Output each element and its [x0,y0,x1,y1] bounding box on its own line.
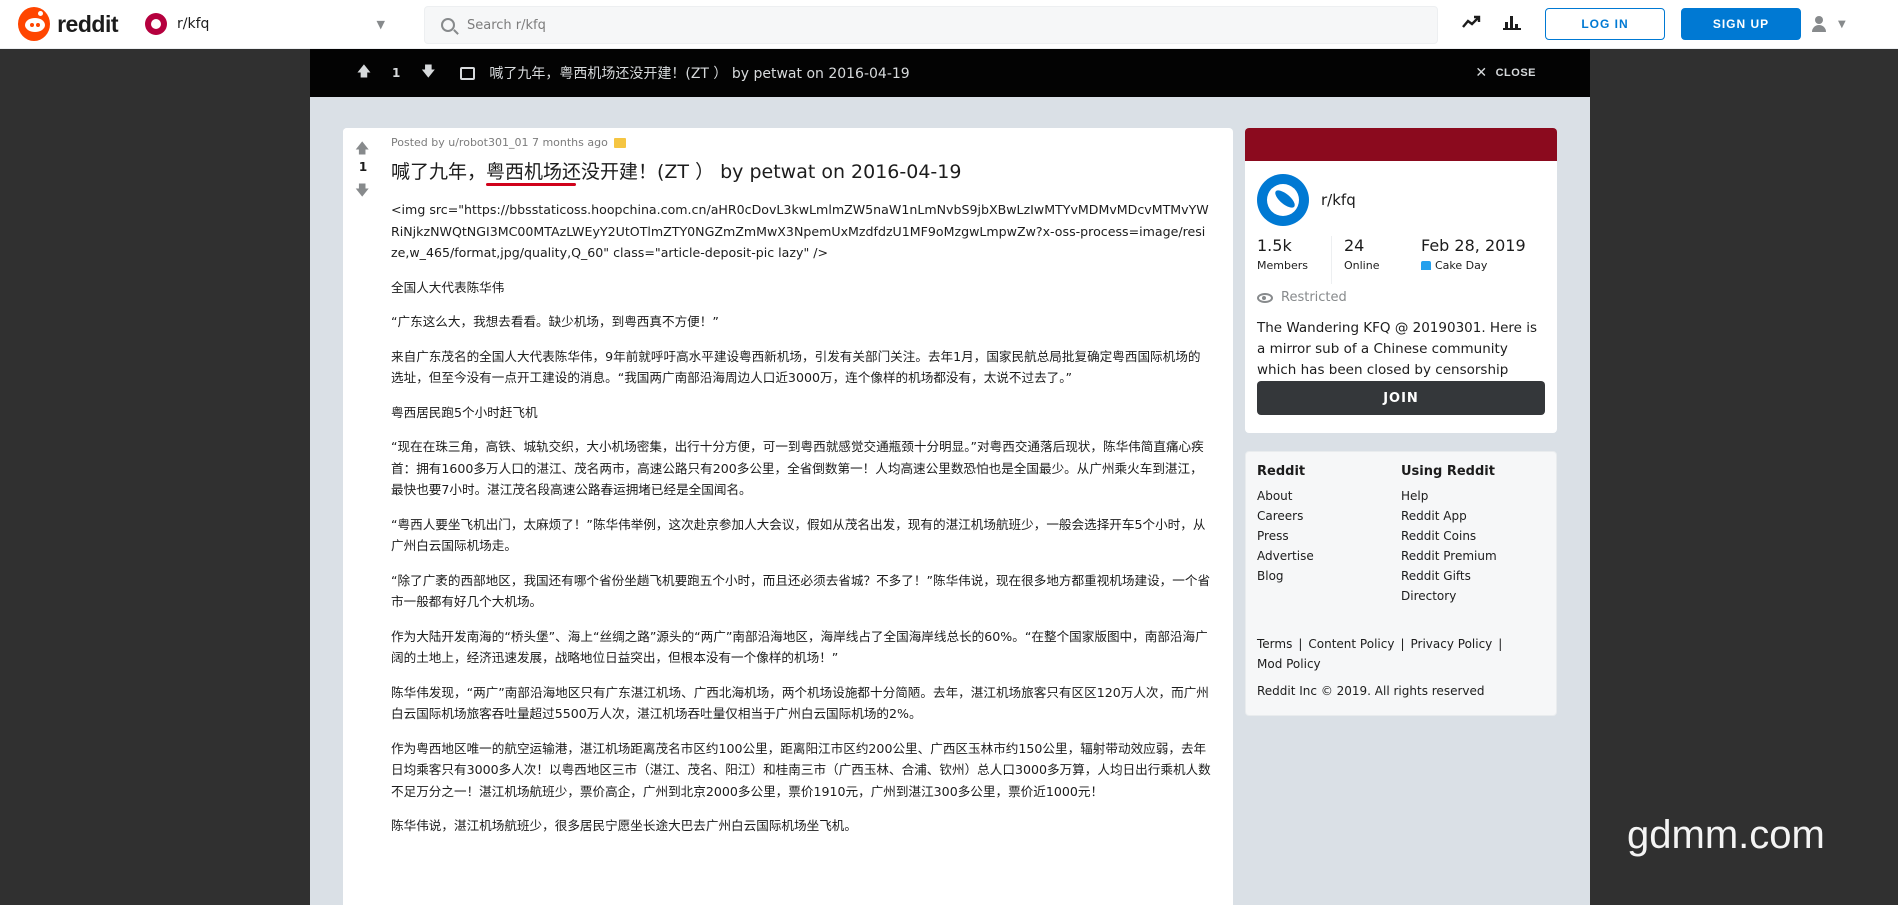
footer-link-reddit-gifts[interactable]: Reddit Gifts [1401,566,1497,586]
post-title: 喊了九年，粤西机场还没开建！(ZT ） by petwat on 2016-04… [391,159,1211,186]
posted-by-text: Posted by u/robot301_01 7 months ago [391,136,608,149]
posted-by: Posted by u/robot301_01 7 months ago [391,136,1211,149]
online-count: 24 [1344,236,1365,255]
footer-link-terms[interactable]: Terms [1257,637,1292,651]
signup-button[interactable]: SIGN UP [1681,8,1801,40]
footer-col-title: Reddit [1257,464,1306,479]
cake-icon [1421,261,1431,270]
footer-col-title: Using Reddit [1401,464,1495,479]
footer-link-advertise[interactable]: Advertise [1257,546,1314,566]
search-bar[interactable] [424,6,1438,44]
footer-link-blog[interactable]: Blog [1257,566,1314,586]
members-label: Members [1257,259,1308,272]
overlay-vote-count: 1 [392,66,401,80]
community-header[interactable]: r/kfq [1257,174,1356,226]
gold-award-icon [613,137,626,148]
footer-link-privacy-policy[interactable]: Privacy Policy [1411,637,1493,651]
online-stat: 24 Online [1331,236,1421,284]
title-underline-annotation [486,183,576,186]
top-header: reddit r/kfq ▼ LOG IN SIGN UP ▼ [0,0,1898,49]
eye-icon [1257,292,1273,303]
footer-link-mod-policy[interactable]: Mod Policy [1257,657,1321,671]
reddit-logo-icon [18,7,51,41]
login-button[interactable]: LOG IN [1545,8,1665,40]
post-paragraph: 来自广东茂名的全国人大代表陈华伟，9年前就呼吁高水平建设粤西新机场，引发有关部门… [391,348,1201,386]
post-paragraph: 粤西居民跑5个小时赶飞机 [391,404,538,420]
cake-date: Feb 28, 2019 [1421,236,1526,255]
post-main: Posted by u/robot301_01 7 months ago 喊了九… [391,128,1211,850]
post-overlay-bar: 🡅 1 🡇 喊了九年，粤西机场还没开建！(ZT ） by petwat on 2… [310,49,1590,97]
cake-day-stat: Feb 28, 2019 Cake Day [1421,236,1526,284]
restricted-status: Restricted [1257,290,1347,305]
community-name[interactable]: r/kfq [1321,191,1356,209]
post-paragraph: 作为大陆开发南海的“桥头堡”、海上“丝绸之路”源头的“两广”南部沿海地区，海岸线… [391,628,1208,666]
post-paragraph: 陈华伟发现，“两广”南部沿海地区只有广东湛江机场、广西北海机场，两个机场设施都十… [391,684,1209,722]
post-card: 🡅 1 🡇 Posted by u/robot301_01 7 months a… [343,128,1233,905]
reddit-logo[interactable]: reddit [18,7,118,41]
close-icon: ✕ [1475,64,1488,80]
community-icon [1257,174,1309,226]
subreddit-name: r/kfq [177,16,210,32]
footer-link-directory[interactable]: Directory [1401,586,1497,606]
cake-day-label: Cake Day [1435,259,1488,272]
members-count: 1.5k [1257,236,1292,255]
subreddit-icon [145,13,167,35]
community-stats: 1.5k Members 24 Online Feb 28, 2019 Cake… [1257,236,1547,284]
chevron-down-icon: ▼ [376,18,385,31]
footer-card: Reddit About Careers Press Advertise Blo… [1245,451,1557,716]
footer-link-careers[interactable]: Careers [1257,506,1314,526]
close-button[interactable]: ✕ CLOSE [1475,64,1536,81]
stats-icon[interactable] [1502,14,1522,34]
chevron-down-icon: ▼ [1838,18,1846,30]
post-paragraph: 陈华伟说，湛江机场航班少，很多居民宁愿坐长途大巴去广州白云国际机场坐飞机。 [391,818,857,833]
search-input[interactable] [467,17,1367,33]
footer-link-reddit-premium[interactable]: Reddit Premium [1401,546,1497,566]
community-banner [1245,128,1557,161]
legal-links: Terms | Content Policy | Privacy Policy | Mod … [1257,637,1503,671]
post-body: <img src="https://bbsstaticoss.hoopchina… [391,199,1211,837]
footer-col-reddit: Reddit About Careers Press Advertise Blo… [1257,464,1314,586]
overlay-post-title: 喊了九年，粤西机场还没开建！(ZT ） by petwat on 2016-04… [489,66,910,82]
members-stat: 1.5k Members [1257,236,1331,284]
logo-text: reddit [57,10,118,37]
restricted-label: Restricted [1281,290,1347,305]
post-paragraph: 作为粤西地区唯一的航空运输港，湛江机场距离茂名市区约100公里，距离阳江市区约2… [391,740,1211,799]
user-menu[interactable]: ▼ [1812,12,1862,36]
post-paragraph: “除了广袤的西部地区，我国还有哪个省份坐趟飞机要跑五个小时，而且还必须去省城？不… [391,572,1211,610]
cake-day-label-row: Cake Day [1421,259,1526,272]
community-card: r/kfq 1.5k Members 24 Online Feb 28, 201… [1245,128,1557,433]
copyright: Reddit Inc © 2019. All rights reserved [1257,684,1485,698]
post-icon [460,66,476,80]
upvote-icon[interactable]: 🡅 [354,61,374,85]
post-paragraph: <img src="https://bbsstaticoss.hoopchina… [391,202,1209,260]
trending-icon[interactable] [1462,14,1482,34]
upvote-icon[interactable]: 🡅 [355,138,369,162]
online-label: Online [1344,259,1380,272]
watermark: gdmm.com [1627,813,1825,857]
footer-link-content-policy[interactable]: Content Policy [1308,637,1394,651]
footer-link-reddit-app[interactable]: Reddit App [1401,506,1497,526]
footer-link-reddit-coins[interactable]: Reddit Coins [1401,526,1497,546]
user-icon [1812,16,1826,32]
downvote-icon[interactable]: 🡇 [418,61,438,85]
subreddit-selector[interactable]: r/kfq ▼ [145,8,395,40]
close-label: CLOSE [1495,66,1536,79]
footer-link-press[interactable]: Press [1257,526,1314,546]
post-title-text: 喊了九年，粤西机场还没开建！(ZT ） by petwat on 2016-04… [391,161,962,183]
post-paragraph: “广东这么大，我想去看看。缺少机场，到粤西真不方便！” [391,314,719,329]
footer-link-about[interactable]: About [1257,486,1314,506]
footer-link-help[interactable]: Help [1401,486,1497,506]
vote-column: 🡅 1 🡇 [343,128,383,905]
join-button[interactable]: JOIN [1257,381,1545,415]
post-vote-count: 1 [358,160,368,174]
post-paragraph: “粤西人要坐飞机出门，太麻烦了！”陈华伟举例，这次赴京参加人大会议，假如从茂名出… [391,516,1206,554]
footer-col-using-reddit: Using Reddit Help Reddit App Reddit Coin… [1401,464,1497,606]
search-icon [441,18,455,32]
post-paragraph: 全国人大代表陈华伟 [391,279,505,295]
post-paragraph: “现在在珠三角，高铁、城轨交织，大小机场密集，出行十分方便，可一到粤西就感觉交通… [391,439,1204,497]
downvote-icon[interactable]: 🡇 [355,180,369,204]
